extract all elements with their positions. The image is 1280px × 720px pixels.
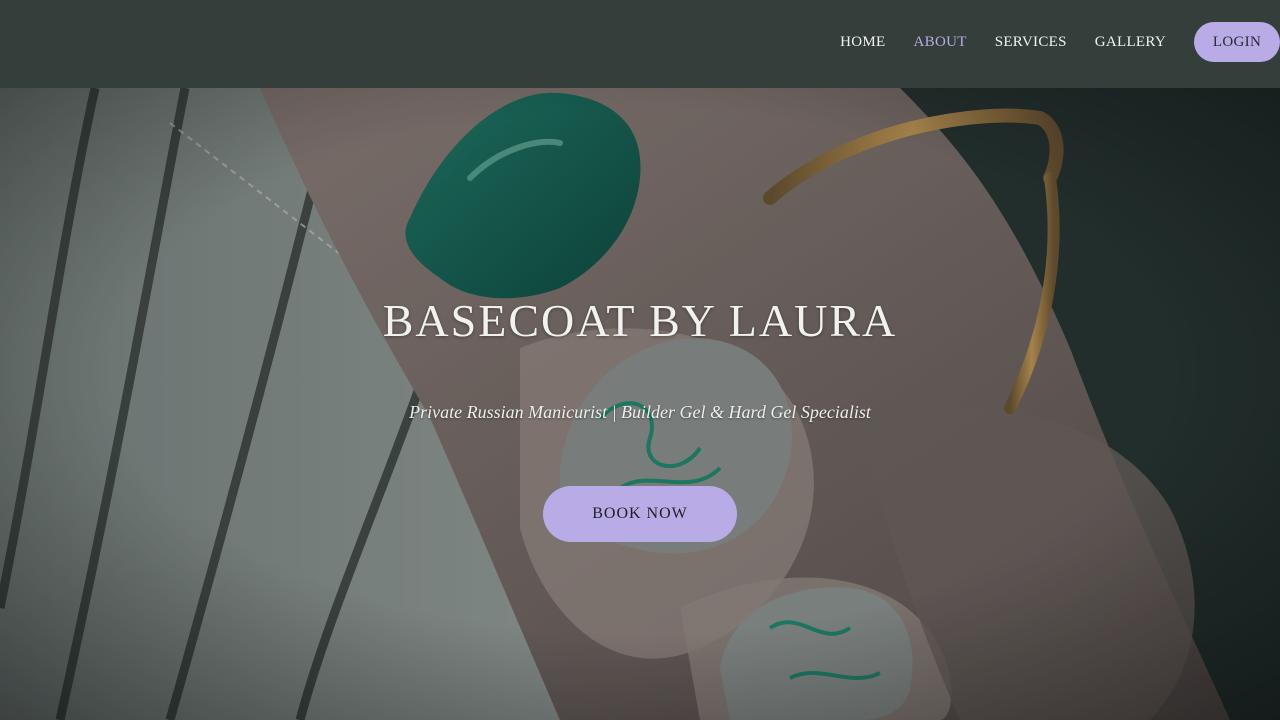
book-now-button[interactable]: BOOK NOW <box>543 486 737 542</box>
main-nav: HOME ABOUT SERVICES GALLERY LOGIN <box>840 0 1280 84</box>
hero-title: BASECOAT BY LAURA <box>382 295 898 346</box>
login-button[interactable]: LOGIN <box>1194 22 1280 62</box>
nav-about-link[interactable]: ABOUT <box>914 34 967 51</box>
page: HOME ABOUT SERVICES GALLERY LOGIN BASECO… <box>0 0 1280 720</box>
hero-subtitle: Private Russian Manicurist | Builder Gel… <box>409 402 871 422</box>
site-header: HOME ABOUT SERVICES GALLERY LOGIN <box>0 0 1280 88</box>
nav-services-link[interactable]: SERVICES <box>995 34 1067 51</box>
nav-gallery-link[interactable]: GALLERY <box>1095 34 1166 51</box>
nav-home-link[interactable]: HOME <box>840 34 885 51</box>
hero-section: BASECOAT BY LAURA Private Russian Manicu… <box>0 88 1280 720</box>
